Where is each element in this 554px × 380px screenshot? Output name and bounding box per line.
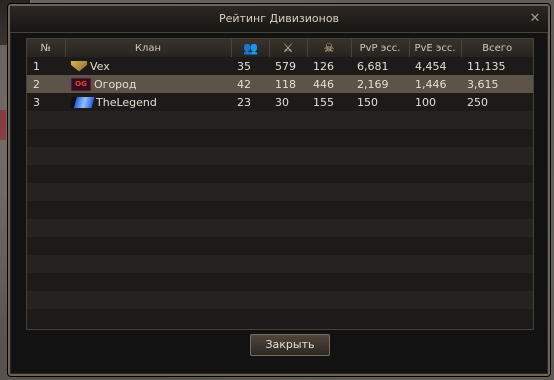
empty-row (27, 111, 533, 129)
cell-clan: OG Огород (65, 75, 231, 93)
cell-pve: 1,446 (409, 75, 461, 93)
division-rating-window: Рейтинг Дивизионов ✕ № Клан 👥 ⚔ ☠ PvP эс… (8, 4, 550, 376)
rating-table: № Клан 👥 ⚔ ☠ PvP эсс. PvE эсс. Всего 1 V… (27, 39, 533, 327)
cell-battles: 579 (269, 57, 307, 75)
cell-pve: 4,454 (409, 57, 461, 75)
clan-cell-wrap: TheLegend (69, 95, 231, 109)
cell-total: 11,135 (461, 57, 533, 75)
header-rank[interactable]: № (27, 39, 66, 57)
table-row[interactable]: 2 OG Огород 42 118 446 2,169 1,446 3,615 (27, 75, 533, 93)
empty-row (27, 237, 533, 255)
cell-clan: TheLegend (65, 93, 231, 111)
empty-row (27, 183, 533, 201)
empty-row (27, 255, 533, 273)
cell-pvp: 6,681 (351, 57, 409, 75)
header-battles[interactable]: ⚔ (269, 39, 308, 57)
cell-battles: 30 (269, 93, 307, 111)
empty-row (27, 273, 533, 291)
cell-battles: 118 (269, 75, 307, 93)
cell-rank: 3 (27, 93, 65, 111)
header-kills[interactable]: ☠ (307, 39, 352, 57)
empty-row (27, 201, 533, 219)
header-members[interactable]: 👥 (231, 39, 270, 57)
empty-row (27, 165, 533, 183)
cell-rank: 1 (27, 57, 65, 75)
clan-cell-wrap: Vex (71, 60, 231, 73)
cell-clan: Vex (65, 57, 231, 75)
empty-row (27, 219, 533, 237)
window-title: Рейтинг Дивизионов (218, 12, 340, 25)
cell-kills: 126 (307, 57, 351, 75)
empty-row (27, 147, 533, 165)
cell-pve: 100 (409, 93, 461, 111)
empty-row (27, 309, 533, 327)
clan-name: Огород (94, 77, 137, 91)
close-icon[interactable]: ✕ (528, 12, 542, 26)
rating-table-panel: № Клан 👥 ⚔ ☠ PvP эсс. PvE эсс. Всего 1 V… (26, 38, 534, 330)
clan-cell-wrap: OG Огород (71, 77, 231, 91)
clan-name: TheLegend (96, 95, 157, 109)
og-crest-icon: OG (71, 77, 91, 91)
crossed-swords-icon: ⚔ (282, 40, 294, 55)
cell-total: 3,615 (461, 75, 533, 93)
legend-crest-icon (69, 96, 95, 108)
world-object (0, 110, 6, 140)
cell-total: 250 (461, 93, 533, 111)
skull-icon: ☠ (323, 40, 335, 55)
header-pve[interactable]: PvE эсс. (409, 39, 462, 57)
table-header-row: № Клан 👥 ⚔ ☠ PvP эсс. PvE эсс. Всего (27, 39, 533, 57)
cell-kills: 446 (307, 75, 351, 93)
vex-crest-icon (71, 60, 87, 72)
empty-row (27, 291, 533, 309)
table-row[interactable]: 3 TheLegend 23 30 155 150 100 250 (27, 93, 533, 111)
cell-pvp: 150 (351, 93, 409, 111)
cell-members: 42 (231, 75, 269, 93)
cell-rank: 2 (27, 75, 65, 93)
header-total[interactable]: Всего (461, 39, 533, 57)
cell-members: 23 (231, 93, 269, 111)
clan-name: Vex (90, 59, 110, 73)
header-pvp[interactable]: PvP эсс. (351, 39, 410, 57)
window-titlebar[interactable]: Рейтинг Дивизионов ✕ (10, 6, 548, 33)
members-icon: 👥 (243, 40, 258, 55)
close-button[interactable]: Закрыть (250, 334, 330, 356)
table-row[interactable]: 1 Vex 35 579 126 6,681 4,454 11,135 (27, 57, 533, 75)
header-clan[interactable]: Клан (65, 39, 232, 57)
cell-kills: 155 (307, 93, 351, 111)
cell-pvp: 2,169 (351, 75, 409, 93)
empty-row (27, 129, 533, 147)
cell-members: 35 (231, 57, 269, 75)
